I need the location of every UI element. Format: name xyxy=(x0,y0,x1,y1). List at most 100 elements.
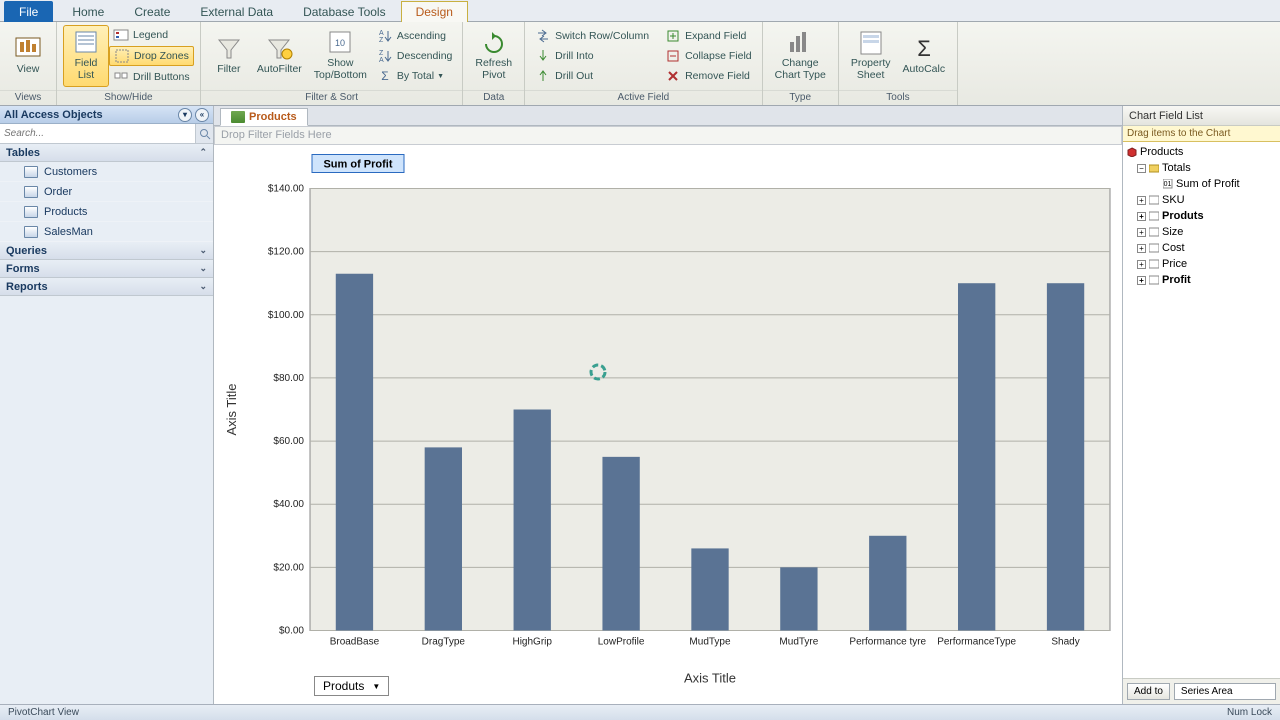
cat-queries[interactable]: Queries⌄ xyxy=(0,242,213,260)
svg-text:Z: Z xyxy=(379,37,384,44)
autofilter-button[interactable]: AutoFilter xyxy=(251,25,308,87)
nav-dropdown-icon[interactable]: ▾ xyxy=(178,108,192,122)
search-icon xyxy=(199,128,211,140)
table-products-label: Products xyxy=(44,206,87,218)
tab-home[interactable]: Home xyxy=(57,1,119,22)
tree-produts[interactable]: +Produts xyxy=(1123,208,1280,224)
tree-products[interactable]: Products xyxy=(1123,144,1280,160)
svg-text:MudType: MudType xyxy=(689,637,731,648)
change-chart-type-button[interactable]: Change Chart Type xyxy=(769,25,832,87)
field-icon xyxy=(1149,259,1159,269)
view-icon xyxy=(12,36,44,62)
category-axis-dropdown[interactable]: Produts▼ xyxy=(314,676,389,696)
svg-text:Z: Z xyxy=(379,50,384,57)
remove-field-button[interactable]: Remove Field xyxy=(661,67,756,85)
doctab-label: Products xyxy=(249,111,297,123)
show-top-bottom-button[interactable]: 10Show Top/Bottom xyxy=(308,25,373,87)
tab-database-tools[interactable]: Database Tools xyxy=(288,1,401,22)
tree-sku-label: SKU xyxy=(1162,194,1185,206)
collapse-field-button[interactable]: Collapse Field xyxy=(661,47,756,65)
table-icon xyxy=(24,166,38,178)
tree-cost-label: Cost xyxy=(1162,242,1185,254)
by-total-button[interactable]: ΣBy Total▼ xyxy=(373,67,456,85)
chevron-down-icon: ⌄ xyxy=(199,281,207,292)
folder-icon xyxy=(1149,163,1159,173)
filter-drop-zone[interactable]: Drop Filter Fields Here xyxy=(214,126,1122,145)
tree-sku[interactable]: +SKU xyxy=(1123,192,1280,208)
nav-header[interactable]: All Access Objects ▾ « xyxy=(0,106,213,124)
switch-row-column-button[interactable]: Switch Row/Column xyxy=(531,27,653,45)
search-input[interactable] xyxy=(0,124,195,143)
nav-collapse-icon[interactable]: « xyxy=(195,108,209,122)
dropdown-triangle-icon: ▼ xyxy=(372,682,380,691)
tree-cost[interactable]: +Cost xyxy=(1123,240,1280,256)
tree-products-label: Products xyxy=(1140,146,1183,158)
search-button[interactable] xyxy=(195,124,213,143)
refresh-icon xyxy=(478,30,510,56)
field-list-button[interactable]: Field List xyxy=(63,25,109,87)
collapse-box-icon: − xyxy=(1137,164,1146,173)
drill-out-icon xyxy=(535,68,551,84)
nav-header-title: All Access Objects xyxy=(4,109,103,121)
descending-button[interactable]: ZA Descending xyxy=(373,47,456,65)
group-active-field-label: Active Field xyxy=(525,90,762,105)
tab-external-data[interactable]: External Data xyxy=(185,1,288,22)
refresh-pivot-button[interactable]: Refresh Pivot xyxy=(469,25,518,87)
table-order[interactable]: Order xyxy=(0,182,213,202)
cat-tables[interactable]: Tables⌃ xyxy=(0,144,213,162)
tree-profit[interactable]: +Profit xyxy=(1123,272,1280,288)
tree-profit-label: Profit xyxy=(1162,274,1191,286)
table-products[interactable]: Products xyxy=(0,202,213,222)
refresh-label: Refresh Pivot xyxy=(475,58,512,81)
table-customers[interactable]: Customers xyxy=(0,162,213,182)
chart-field-list: Chart Field List Drag items to the Chart… xyxy=(1122,106,1280,704)
doctab-products[interactable]: Products xyxy=(220,108,308,126)
remove-label: Remove Field xyxy=(685,70,750,82)
ascending-button[interactable]: AZAscending xyxy=(373,27,456,45)
drill-into-button[interactable]: Drill Into xyxy=(531,47,653,65)
cat-forms[interactable]: Forms⌄ xyxy=(0,260,213,278)
drill-out-button[interactable]: Drill Out xyxy=(531,67,653,85)
tree-price[interactable]: +Price xyxy=(1123,256,1280,272)
field-icon xyxy=(1149,243,1159,253)
tree-totals[interactable]: − Totals xyxy=(1123,160,1280,176)
field-list-icon xyxy=(70,30,102,56)
svg-text:MudTyre: MudTyre xyxy=(779,637,818,648)
by-total-label: By Total xyxy=(397,70,434,82)
drill-buttons-label: Drill Buttons xyxy=(133,71,190,83)
svg-text:Σ: Σ xyxy=(381,69,388,83)
tree-price-label: Price xyxy=(1162,258,1187,270)
tab-create[interactable]: Create xyxy=(119,1,185,22)
document-tabs: Products xyxy=(214,106,1122,126)
property-sheet-button[interactable]: Property Sheet xyxy=(845,25,897,87)
chart-canvas[interactable]: $0.00$20.00$40.00$60.00$80.00$100.00$120… xyxy=(214,145,1122,704)
svg-text:$0.00: $0.00 xyxy=(279,626,304,637)
drill-buttons-button[interactable]: Drill Buttons xyxy=(109,68,194,86)
view-button[interactable]: View xyxy=(6,25,50,87)
table-salesman[interactable]: SalesMan xyxy=(0,222,213,242)
change-chart-type-label: Change Chart Type xyxy=(775,58,826,81)
svg-text:DragType: DragType xyxy=(422,637,466,648)
expand-field-button[interactable]: Expand Field xyxy=(661,27,756,45)
tree-sum-of-profit[interactable]: 01Sum of Profit xyxy=(1123,176,1280,192)
autocalc-button[interactable]: ΣAutoCalc xyxy=(897,25,952,87)
group-data-label: Data xyxy=(463,90,524,105)
legend-button[interactable]: Legend xyxy=(109,26,194,44)
drop-zones-label: Drop Zones xyxy=(134,50,189,62)
cat-reports[interactable]: Reports⌄ xyxy=(0,278,213,296)
group-tools-label: Tools xyxy=(839,90,957,105)
cat-queries-label: Queries xyxy=(6,245,47,257)
drill-into-label: Drill Into xyxy=(555,50,594,62)
add-to-button[interactable]: Add to xyxy=(1127,683,1170,700)
svg-text:A: A xyxy=(379,57,384,64)
drop-zones-button[interactable]: Drop Zones xyxy=(109,46,194,66)
series-area-select[interactable]: Series Area xyxy=(1174,683,1276,700)
drill-into-icon xyxy=(535,48,551,64)
tree-size[interactable]: +Size xyxy=(1123,224,1280,240)
tree-totals-label: Totals xyxy=(1162,162,1191,174)
tab-design[interactable]: Design xyxy=(401,1,468,22)
tab-file[interactable]: File xyxy=(4,1,53,22)
field-list-title: Chart Field List xyxy=(1123,106,1280,126)
descending-label: Descending xyxy=(397,50,452,62)
filter-button[interactable]: Filter xyxy=(207,25,251,87)
